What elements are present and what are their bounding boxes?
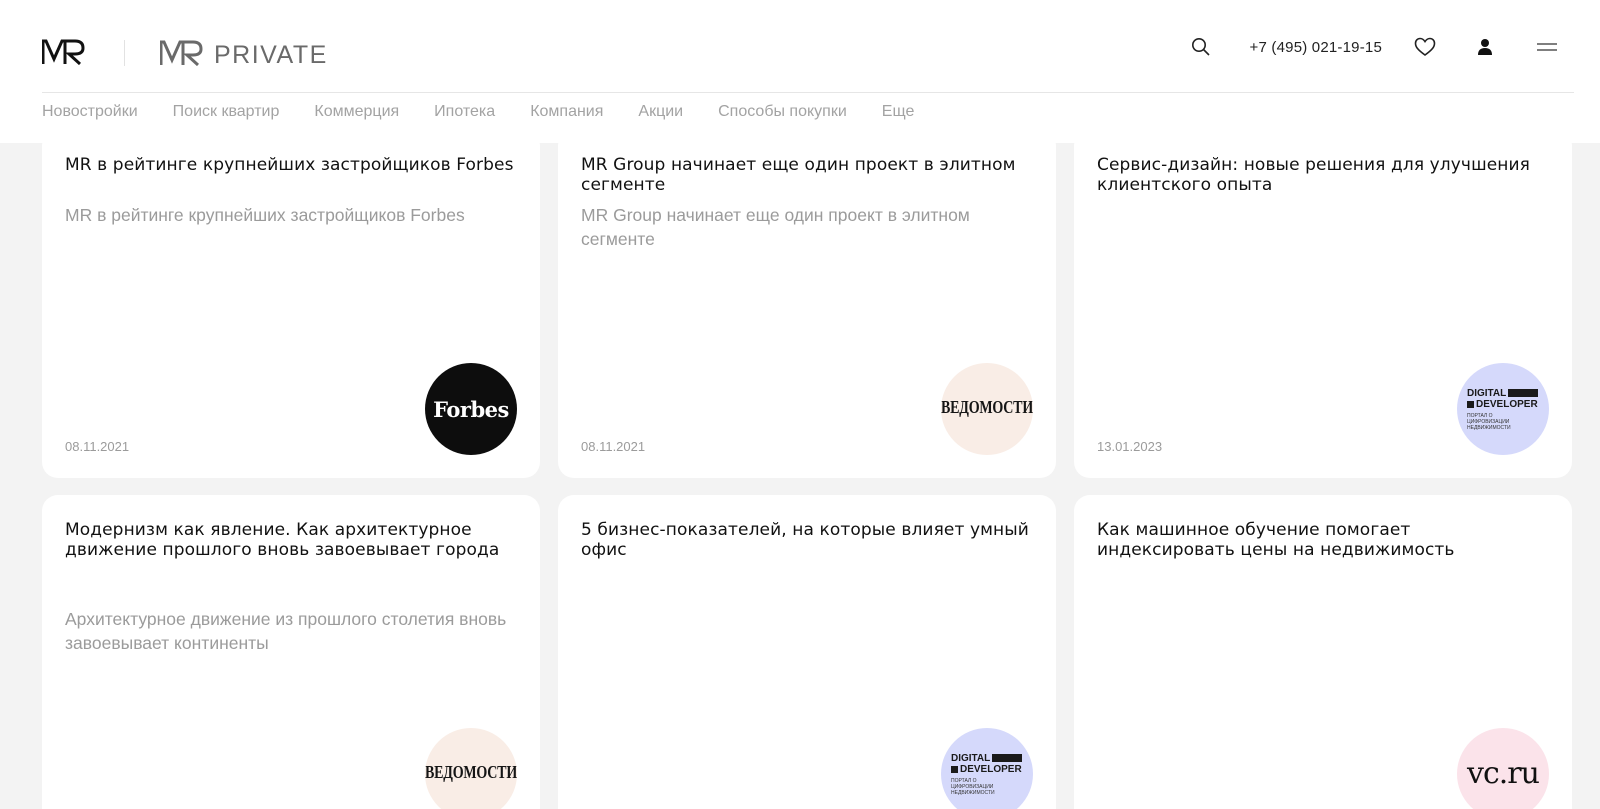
- news-card[interactable]: Модернизм как явление. Как архитектурное…: [42, 495, 540, 809]
- digital-developer-logo-badge: DIGITAL DEVELOPER ПОРТАЛ О ЦИФРОВИЗАЦИИ …: [941, 728, 1033, 809]
- digital-developer-logo-badge: DIGITAL DEVELOPER ПОРТАЛ О ЦИФРОВИЗАЦИИ …: [1457, 363, 1549, 455]
- nav-item-kommertsiya[interactable]: Коммерция: [314, 102, 399, 122]
- nav-item-ipoteka[interactable]: Ипотека: [434, 102, 495, 122]
- vedomosti-logo-text: ВЕДОМОСТИ: [425, 764, 517, 783]
- user-icon[interactable]: [1472, 34, 1498, 60]
- forbes-logo-badge: Forbes: [425, 363, 517, 455]
- card-date: 08.11.2021: [581, 439, 646, 454]
- mr-private-logo-mark: [160, 40, 203, 66]
- card-date: 13.01.2023: [1097, 439, 1163, 454]
- digital-developer-caption: ПОРТАЛ О ЦИФРОВИЗАЦИИ НЕДВИЖИМОСТИ: [951, 777, 995, 796]
- vc-ru-logo-badge: vc.ru: [1457, 728, 1549, 809]
- search-icon[interactable]: [1188, 34, 1214, 60]
- vedomosti-logo-text: ВЕДОМОСТИ: [941, 399, 1033, 418]
- digital-developer-caption: ПОРТАЛ О ЦИФРОВИЗАЦИИ НЕДВИЖИМОСТИ: [1467, 412, 1511, 431]
- menu-icon[interactable]: [1534, 34, 1560, 60]
- header-actions: +7 (495) 021-19-15: [1188, 34, 1560, 60]
- nav-item-poisk-kvartir[interactable]: Поиск квартир: [173, 102, 280, 122]
- card-title: Сервис-дизайн: новые решения для улучшен…: [1097, 155, 1530, 195]
- mr-logo-mark: [42, 39, 85, 65]
- phone-number[interactable]: +7 (495) 021-19-15: [1250, 39, 1382, 56]
- news-card[interactable]: MR Group начинает еще один проект в элит…: [558, 130, 1056, 478]
- vc-ru-logo-text: vc.ru: [1467, 756, 1540, 791]
- card-subtitle: Архитектурное движение из прошлого столе…: [65, 609, 507, 653]
- logo-divider: [124, 40, 125, 66]
- vedomosti-logo-badge: ВЕДОМОСТИ: [425, 728, 517, 809]
- card-subtitle: MR Group начинает еще один проект в элит…: [581, 205, 970, 249]
- card-date: 08.11.2021: [65, 439, 130, 454]
- card-subtitle: MR в рейтинге крупнейших застройщиков Fo…: [65, 205, 465, 225]
- news-card[interactable]: 5 бизнес-показателей, на которые влияет …: [558, 495, 1056, 809]
- nav-item-aktsii[interactable]: Акции: [638, 102, 683, 122]
- card-title: MR в рейтинге крупнейших застройщиков Fo…: [65, 155, 514, 175]
- nav-item-kompaniya[interactable]: Компания: [530, 102, 603, 122]
- nav-item-novostroyki[interactable]: Новостройки: [42, 102, 138, 122]
- site-header: PRIVATE +7 (495) 021-19-15 Новостройки П…: [0, 0, 1600, 143]
- mr-private-logo[interactable]: PRIVATE: [160, 38, 328, 69]
- card-title: Модернизм как явление. Как архитектурное…: [65, 520, 500, 560]
- card-title: Как машинное обучение помогает индексиро…: [1097, 520, 1455, 560]
- digital-developer-logo: DIGITAL DEVELOPER ПОРТАЛ О ЦИФРОВИЗАЦИИ …: [1467, 387, 1539, 431]
- heart-icon[interactable]: [1412, 34, 1438, 60]
- news-card[interactable]: MR в рейтинге крупнейших застройщиков Fo…: [42, 130, 540, 478]
- vedomosti-logo-badge: ВЕДОМОСТИ: [941, 363, 1033, 455]
- forbes-logo-text: Forbes: [433, 396, 509, 422]
- news-card[interactable]: Сервис-дизайн: новые решения для улучшен…: [1074, 130, 1572, 478]
- nav-item-sposoby-pokupki[interactable]: Способы покупки: [718, 102, 847, 122]
- card-title: MR Group начинает еще один проект в элит…: [581, 155, 1016, 195]
- news-card[interactable]: Как машинное обучение помогает индексиро…: [1074, 495, 1572, 809]
- digital-developer-logo: DIGITAL DEVELOPER ПОРТАЛ О ЦИФРОВИЗАЦИИ …: [951, 752, 1023, 796]
- card-title: 5 бизнес-показателей, на которые влияет …: [581, 520, 1029, 560]
- nav-item-eshche[interactable]: Еще: [882, 102, 915, 122]
- private-logo-text: PRIVATE: [214, 41, 328, 69]
- main-nav: Новостройки Поиск квартир Коммерция Ипот…: [42, 102, 914, 122]
- header-divider: [42, 92, 1574, 93]
- mr-logo[interactable]: [42, 38, 88, 66]
